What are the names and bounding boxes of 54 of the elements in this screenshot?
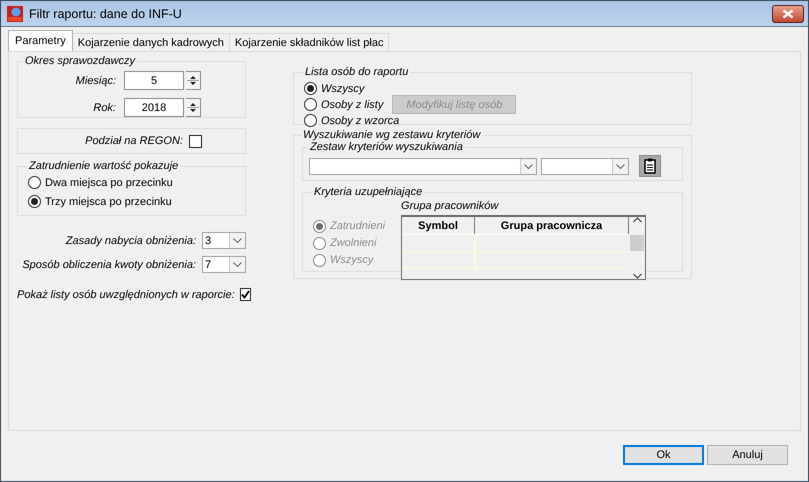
radio-label: Trzy miejsca po przecinku (45, 196, 172, 208)
chevron-down-icon (233, 238, 242, 243)
field-label: Rok: (92, 102, 117, 114)
radio-label: Zatrudnieni (330, 220, 386, 232)
radio-label: Osoby z listy (321, 98, 384, 110)
checkbox-label: Podział na REGON: (85, 135, 183, 147)
dialog-button[interactable]: Anuluj (707, 445, 788, 465)
scroll-down-icon (632, 273, 642, 279)
combo-label: Zasady nabycia obniżenia: (66, 234, 196, 246)
scroll-up-icon (632, 217, 642, 223)
dropdown[interactable]: 7 (202, 256, 246, 273)
dialog-button[interactable]: Ok (623, 445, 704, 465)
radio-label: Dwa miejsca po przecinku (45, 176, 173, 188)
checkbox[interactable] (240, 288, 251, 301)
notepad-button[interactable] (639, 155, 661, 177)
dropdown[interactable] (309, 158, 537, 174)
document-icon (644, 158, 656, 174)
group-title: Zestaw kryteriów wyszukiwania (308, 141, 464, 153)
tab[interactable]: Kojarzenie składników list płac (228, 33, 390, 51)
tab[interactable]: Parametry (8, 30, 73, 51)
radio-label: Osoby z wzorca (321, 114, 400, 126)
dropdown[interactable] (541, 158, 629, 174)
chevron-down-icon (524, 164, 533, 168)
window-title: Filtr raportu: dane do INF-U (29, 6, 183, 20)
spin-button[interactable] (186, 71, 201, 90)
radio-label: Wszyscy (330, 254, 374, 266)
app-icon (7, 6, 23, 22)
radio-button[interactable] (28, 195, 41, 208)
close-icon (782, 8, 794, 18)
field-label: Miesiąc: (74, 74, 117, 86)
grid-title: Grupa pracowników (401, 200, 500, 212)
dropdown[interactable]: 3 (202, 232, 246, 249)
group-title: Wyszukiwanie wg zestawu kryteriów (302, 129, 482, 141)
group-title: Zatrudnienie wartość pokazuje (28, 160, 180, 172)
radio-label: Wszyscy (321, 82, 364, 94)
group-title: Lista osób do raportu (304, 66, 410, 78)
group-title: Okres sprawozdawczy (24, 55, 136, 67)
checkbox[interactable] (189, 134, 202, 148)
combo-label: Sposób obliczenia kwoty obniżenia: (22, 258, 196, 270)
radio-button[interactable] (304, 98, 317, 111)
spin-button[interactable] (186, 98, 201, 117)
group-title: Kryteria uzupełniające (313, 186, 424, 198)
radio-button[interactable] (28, 176, 41, 189)
radio-button[interactable] (304, 114, 317, 127)
number-field[interactable]: 5 (124, 71, 184, 90)
radio-label: Zwolnieni (330, 237, 376, 249)
close-button[interactable] (772, 4, 804, 22)
radio-button[interactable] (304, 82, 317, 95)
chevron-down-icon (233, 262, 242, 267)
tab[interactable]: Kojarzenie danych kadrowych (72, 33, 230, 51)
chevron-down-icon (616, 164, 625, 168)
number-field[interactable]: 2018 (124, 98, 184, 117)
scrollbar[interactable] (629, 217, 646, 279)
checkbox-label: Pokaż listy osób uwzględnionych w raporcie: (17, 288, 235, 300)
